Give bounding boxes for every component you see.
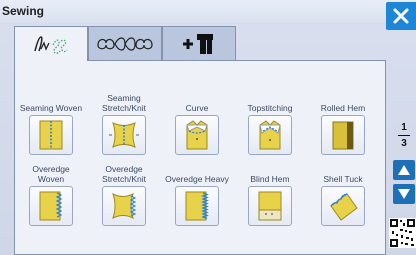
stitch-button[interactable] bbox=[321, 115, 365, 155]
stitch-topstitching[interactable]: Topstitching bbox=[238, 93, 302, 155]
tab-utility-stitches[interactable] bbox=[14, 26, 88, 61]
rolled-hem-icon bbox=[332, 121, 354, 150]
stitch-button[interactable] bbox=[29, 186, 73, 226]
stitch-button[interactable] bbox=[29, 115, 73, 155]
stitch-rolled-hem[interactable]: Rolled Hem bbox=[311, 93, 375, 155]
stitch-label: Overedge Heavy bbox=[165, 174, 229, 184]
stitch-panel: Seaming Woven Seaming Stretch/Knit Curve bbox=[14, 60, 386, 255]
stitch-overedge-stretch[interactable]: Overedge Stretch/Knit bbox=[92, 164, 156, 226]
stitch-button[interactable] bbox=[321, 186, 365, 226]
utility-stitch-icon bbox=[34, 36, 68, 54]
qr-code-icon bbox=[389, 218, 416, 248]
total-pages: 3 bbox=[401, 138, 407, 149]
stitch-overedge-heavy[interactable]: Overedge Heavy bbox=[165, 164, 229, 226]
page-divider bbox=[398, 135, 410, 136]
stitch-label: Curve bbox=[185, 103, 209, 113]
qr-code-button[interactable] bbox=[389, 218, 416, 248]
stitch-curve[interactable]: Curve bbox=[165, 93, 229, 155]
stitch-button[interactable] bbox=[102, 186, 146, 226]
stitch-seaming-woven[interactable]: Seaming Woven bbox=[19, 93, 83, 155]
stitch-button[interactable] bbox=[248, 186, 292, 226]
triangle-down-icon bbox=[398, 189, 410, 199]
sewing-screen: Sewing Seaming Woven Seaming Stretch/Kni… bbox=[0, 0, 416, 255]
stitch-overedge-woven[interactable]: Overedge Woven bbox=[19, 164, 83, 226]
blind-hem-icon bbox=[258, 191, 282, 221]
stitch-button[interactable] bbox=[248, 115, 292, 155]
decorative-stitch-icon bbox=[97, 36, 153, 51]
stitch-label: Seaming Stretch/Knit bbox=[102, 93, 146, 113]
seaming-woven-icon bbox=[39, 120, 63, 150]
page-up-button[interactable] bbox=[393, 160, 415, 180]
tab-decorative-stitches[interactable] bbox=[88, 26, 162, 60]
stitch-label: Blind Hem bbox=[250, 174, 290, 184]
stitch-label: Overedge Stretch/Knit bbox=[102, 164, 146, 184]
shell-tuck-icon bbox=[330, 193, 358, 221]
page-down-button[interactable] bbox=[393, 184, 415, 204]
stitch-label: Seaming Woven bbox=[19, 103, 83, 113]
topstitching-shirt-icon bbox=[259, 120, 281, 150]
stitch-seaming-stretch[interactable]: Seaming Stretch/Knit bbox=[92, 93, 156, 155]
close-icon bbox=[393, 8, 409, 24]
page-indicator: 1 3 bbox=[391, 122, 416, 149]
stitch-button[interactable] bbox=[102, 115, 146, 155]
seaming-stretch-icon bbox=[109, 122, 139, 148]
tab-presser-foot[interactable] bbox=[162, 26, 236, 60]
stitch-label: Rolled Hem bbox=[320, 103, 366, 113]
overedge-woven-icon bbox=[39, 191, 63, 221]
overedge-heavy-icon bbox=[185, 191, 209, 221]
stitch-label: Overedge Woven bbox=[32, 164, 70, 184]
current-page: 1 bbox=[401, 122, 407, 133]
window-title: Sewing bbox=[2, 4, 45, 18]
stitch-label: Shell Tuck bbox=[323, 174, 363, 184]
triangle-up-icon bbox=[398, 165, 410, 175]
stitch-shell-tuck[interactable]: Shell Tuck bbox=[311, 164, 375, 226]
curve-shirt-icon bbox=[186, 120, 208, 150]
close-button[interactable] bbox=[386, 2, 416, 30]
title-bar: Sewing bbox=[0, 0, 416, 22]
stitch-blind-hem[interactable]: Blind Hem bbox=[238, 164, 302, 226]
stitch-button[interactable] bbox=[175, 186, 219, 226]
overedge-stretch-icon bbox=[112, 193, 137, 219]
plus-foot-icon bbox=[183, 33, 213, 54]
stitch-button[interactable] bbox=[175, 115, 219, 155]
stitch-label: Topstitching bbox=[247, 103, 293, 113]
